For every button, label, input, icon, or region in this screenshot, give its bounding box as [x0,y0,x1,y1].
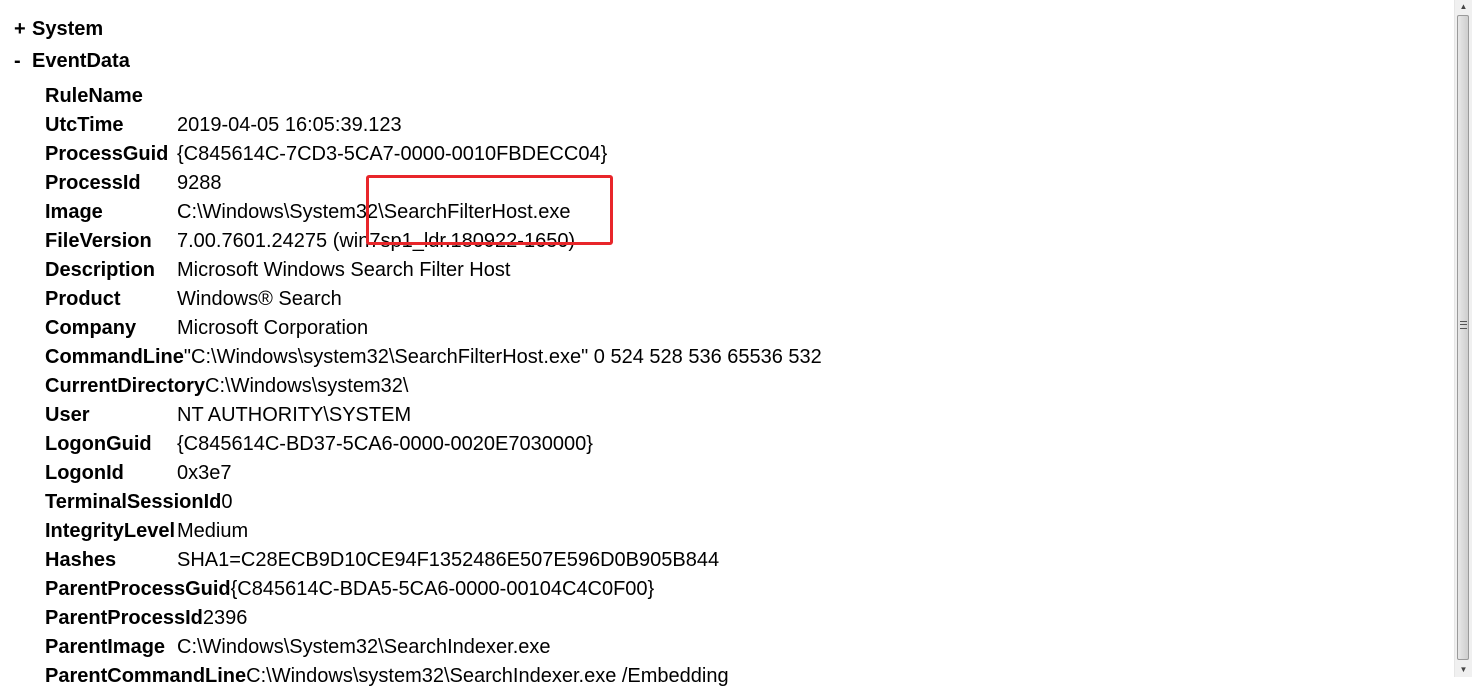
scroll-up-icon[interactable]: ▲ [1455,0,1472,14]
field-label: RuleName [45,85,143,107]
field-label: User [45,404,90,426]
field-label: LogonId [45,462,124,484]
vertical-scrollbar[interactable]: ▲ ▼ [1454,0,1472,677]
field-label: ProcessGuid [45,143,169,165]
field-label: UtcTime [45,114,124,136]
field-value: Microsoft Windows Search Filter Host [177,259,511,281]
field-label: FileVersion [45,230,152,252]
field-row: Description Microsoft Windows Search Filt… [45,256,822,285]
field-row: TerminalSessionId 0 [45,488,822,517]
field-row: CurrentDirectory C:\Windows\system32\ [45,372,822,401]
field-value: 2019-04-05 16:05:39.123 [177,114,402,136]
field-value: {C845614C-BDA5-5CA6-0000-00104C4C0F00} [230,578,655,600]
field-row: CommandLine "C:\Windows\system32\SearchFi… [45,343,822,372]
node-label: EventData [32,50,130,72]
field-value: {C845614C-7CD3-5CA7-0000-0010FBDECC04} [177,143,608,165]
node-label: System [32,18,104,40]
field-value: 0x3e7 [177,462,232,484]
field-row: ParentImage C:\Windows\System32\SearchInd… [45,633,822,662]
field-value: NT AUTHORITY\SYSTEM [177,404,412,426]
field-value: "C:\Windows\system32\SearchFilterHost.ex… [183,346,822,368]
field-row: Product Windows® Search [45,285,822,314]
field-row: ProcessId 9288 [45,169,822,198]
field-value: 9288 [177,172,222,194]
field-value: 7.00.7601.24275 (win7sp1_ldr.180922-1650… [177,230,576,252]
field-value: 2396 [202,607,248,629]
field-label: Hashes [45,549,117,571]
field-label: CommandLine [45,346,184,368]
field-value: 0 [221,491,233,513]
field-row: RuleName [45,82,822,111]
field-label: CurrentDirectory [45,375,206,397]
field-value: C:\Windows\System32\SearchFilterHost.exe [177,201,571,223]
field-label: Image [45,201,103,223]
field-value: SHA1=C28ECB9D10CE94F1352486E507E596D0B90… [177,549,720,571]
field-value: C:\Windows\System32\SearchIndexer.exe [177,636,551,658]
field-label: IntegrityLevel [45,520,176,542]
field-label: LogonGuid [45,433,152,455]
field-row: Image C:\Windows\System32\SearchFilterHos… [45,198,822,227]
eventdata-fields: RuleName UtcTime 2019-04-05 16:05:39.123 Pr… [45,82,822,691]
field-row: ParentProcessGuid {C845614C-BDA5-5CA6-000… [45,575,822,604]
field-row: Hashes SHA1=C28ECB9D10CE94F1352486E507E59… [45,546,822,575]
field-value: Windows® Search [177,288,342,310]
expand-icon[interactable]: + [14,18,32,41]
field-value: C:\Windows\system32\ [205,375,409,397]
field-row: LogonGuid {C845614C-BD37-5CA6-0000-0020E7… [45,430,822,459]
field-row: UtcTime 2019-04-05 16:05:39.123 [45,111,822,140]
tree-node-eventdata[interactable]: - EventData [14,50,130,73]
field-value: Medium [177,520,249,542]
field-row: FileVersion 7.00.7601.24275 (win7sp1_ldr.… [45,227,822,256]
field-value: Microsoft Corporation [177,317,369,339]
field-row: ParentProcessId 2396 [45,604,822,633]
field-label: ProcessId [45,172,141,194]
field-row: IntegrityLevel Medium [45,517,822,546]
collapse-icon[interactable]: - [14,50,32,73]
field-row: ProcessGuid {C845614C-7CD3-5CA7-0000-0010… [45,140,822,169]
field-label: ParentImage [45,636,166,658]
field-label: Product [45,288,121,310]
field-value: {C845614C-BD37-5CA6-0000-0020E7030000} [177,433,593,455]
field-label: ParentProcessGuid [45,578,231,600]
grip-icon [1460,321,1467,329]
scroll-down-icon[interactable]: ▼ [1455,663,1472,677]
scrollbar-thumb[interactable] [1457,15,1469,660]
field-row: Company Microsoft Corporation [45,314,822,343]
field-label: Company [45,317,137,339]
field-label: TerminalSessionId [45,491,222,513]
field-label: ParentProcessId [45,607,203,629]
field-row: LogonId 0x3e7 [45,459,822,488]
tree-node-system[interactable]: + System [14,18,103,41]
field-row: User NT AUTHORITY\SYSTEM [45,401,822,430]
field-label: Description [45,259,156,281]
